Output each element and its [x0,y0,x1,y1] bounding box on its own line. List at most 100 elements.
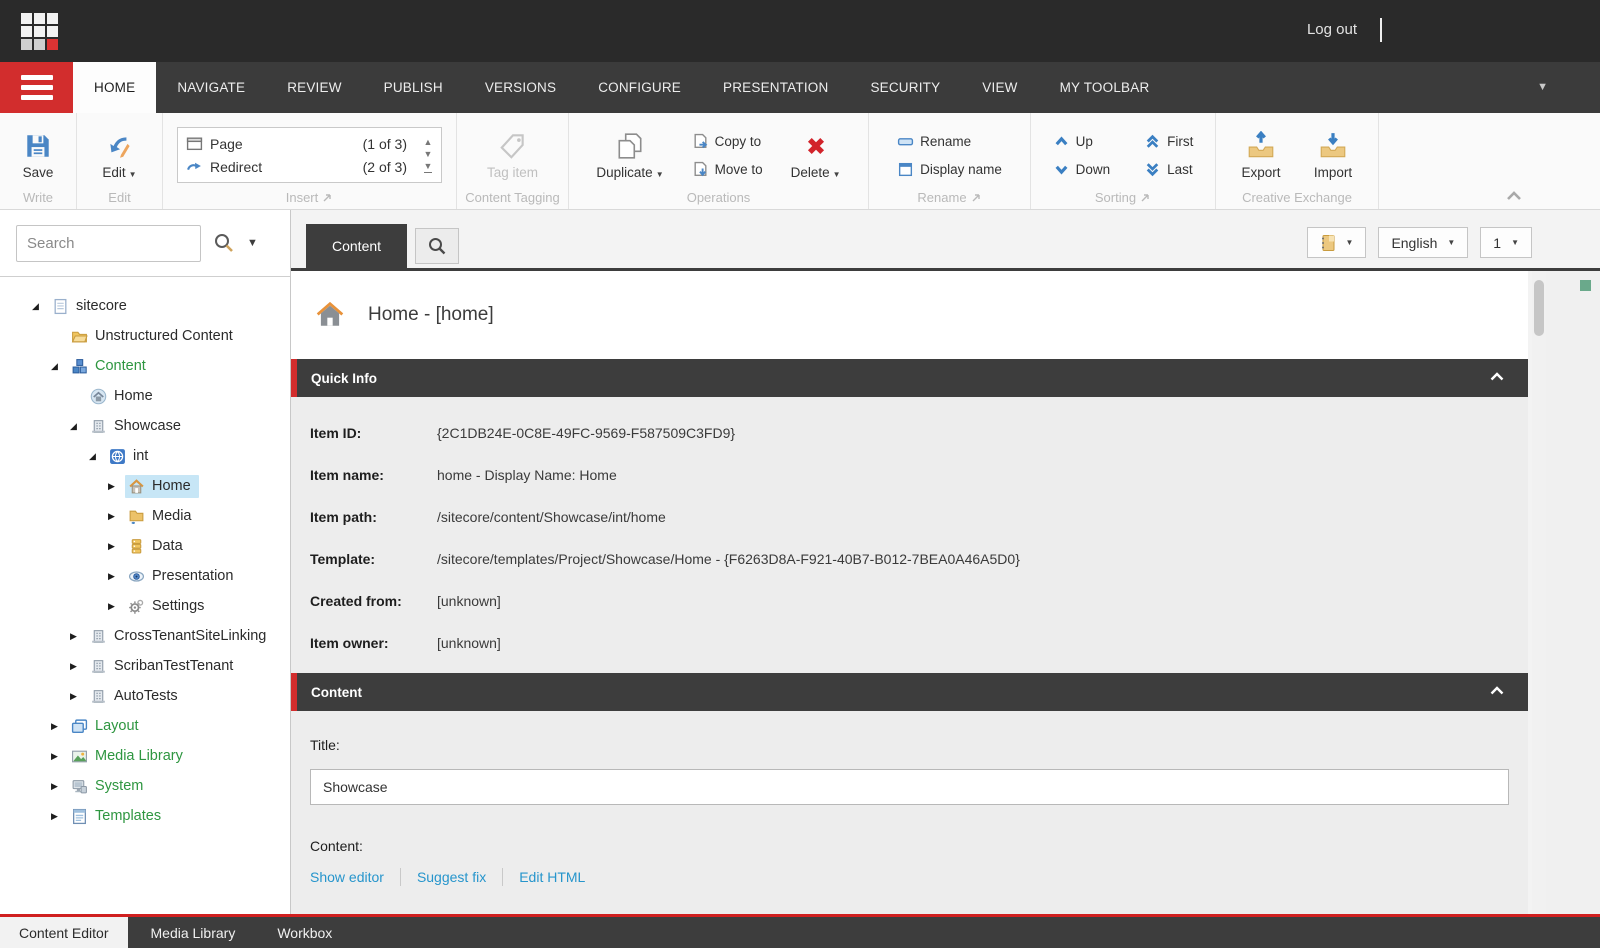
tree-item-settings[interactable]: ▶ Settings [0,591,290,621]
title-input[interactable] [310,769,1509,805]
expand-arrow-icon[interactable]: ▶ [70,661,87,672]
ribbon-tab-bar: HOME NAVIGATE REVIEW PUBLISH VERSIONS CO… [0,62,1600,113]
tab-security[interactable]: SECURITY [849,62,961,113]
group-launcher-icon[interactable] [971,192,982,203]
tab-publish[interactable]: PUBLISH [363,62,464,113]
export-button[interactable]: Export [1232,129,1290,182]
sort-last-button[interactable]: Last [1140,159,1197,180]
tree-item-unstructured-content[interactable]: Unstructured Content [0,321,290,351]
tree-item-content[interactable]: ◢ Content [0,351,290,381]
bottombar-tab-content-editor[interactable]: Content Editor [0,917,128,948]
tree-item-system[interactable]: ▶ System [0,771,290,801]
search-icon[interactable] [213,232,235,254]
hamburger-menu-button[interactable] [0,62,73,113]
expand-arrow-icon[interactable]: ▶ [51,751,68,762]
notebook-icon [1320,234,1336,252]
insert-option-page[interactable]: Page (1 of 3) [178,132,415,155]
logout-link[interactable]: Log out [1307,21,1357,38]
display-name-button[interactable]: Display name [893,159,1006,180]
expand-arrow-icon[interactable]: ▶ [70,631,87,642]
scroll-down-icon[interactable]: ▼ [424,150,433,159]
item-header: Home - [home] [291,271,1528,359]
sort-up-button[interactable]: Up [1049,131,1115,152]
expand-arrow-icon[interactable]: ▶ [108,571,125,582]
tree-item-scribantesttenant[interactable]: ▶ ScribanTestTenant [0,651,290,681]
bottombar-tab-media-library[interactable]: Media Library [132,917,255,948]
tab-presentation[interactable]: PRESENTATION [702,62,849,113]
tab-content-editor-pane[interactable]: Content [306,224,407,268]
tab-navigate[interactable]: NAVIGATE [156,62,266,113]
expand-arrow-icon[interactable]: ▶ [108,601,125,612]
tab-home[interactable]: HOME [73,62,156,113]
collapse-arrow-icon[interactable]: ◢ [51,361,68,372]
tree-item-media-library[interactable]: ▶ Media Library [0,741,290,771]
tree-item-templates[interactable]: ▶ Templates [0,801,290,831]
save-icon [23,131,53,161]
scroll-last-icon[interactable]: ▼ [424,162,433,173]
tree-item-showcase[interactable]: ◢ Showcase [0,411,290,441]
tree-item-media[interactable]: ▶ Media [0,501,290,531]
tab-review[interactable]: REVIEW [266,62,362,113]
duplicate-dropdown-button[interactable]: Duplicate▼ [590,129,669,182]
tree-item-home-selected[interactable]: ▶ Home [0,471,290,501]
collapse-arrow-icon[interactable]: ◢ [70,421,87,432]
edit-dropdown-button[interactable]: Edit▼ [91,129,149,182]
tab-view[interactable]: VIEW [961,62,1038,113]
import-button[interactable]: Import [1304,129,1362,182]
tree-item-presentation[interactable]: ▶ Presentation [0,561,290,591]
section-header-quick-info[interactable]: Quick Info [291,359,1528,397]
rename-button[interactable]: Rename [893,131,1006,152]
collapse-arrow-icon[interactable]: ◢ [32,301,49,312]
copy-to-button[interactable]: Copy to [688,131,767,152]
search-input[interactable] [16,225,201,262]
tab-configure[interactable]: CONFIGURE [577,62,702,113]
scroll-up-icon[interactable]: ▲ [424,138,433,147]
top-bar: Log out [0,0,1600,62]
group-launcher-icon[interactable] [1140,192,1151,203]
group-launcher-icon[interactable] [322,192,333,203]
tabbar-dropdown-icon[interactable]: ▼ [1537,81,1548,93]
sort-first-button[interactable]: First [1140,131,1197,152]
expand-arrow-icon[interactable]: ▶ [108,511,125,522]
expand-arrow-icon[interactable]: ▶ [70,691,87,702]
language-dropdown-button[interactable]: English ▼ [1378,227,1468,258]
section-header-content[interactable]: Content [291,673,1528,711]
item-search-button[interactable] [415,228,459,264]
status-indicator [1580,280,1591,291]
insert-option-redirect[interactable]: Redirect (2 of 3) [178,155,415,178]
save-button[interactable]: Save [9,129,67,182]
expand-arrow-icon[interactable]: ▶ [51,721,68,732]
profile-dropdown-button[interactable]: ▼ [1307,227,1367,258]
tab-my-toolbar[interactable]: MY TOOLBAR [1039,62,1171,113]
expand-arrow-icon[interactable]: ▶ [51,811,68,822]
eye-icon [128,568,145,585]
tree-item-crosstenantsitelinking[interactable]: ▶ CrossTenantSiteLinking [0,621,290,651]
version-dropdown-button[interactable]: 1 ▼ [1480,227,1532,258]
show-editor-link[interactable]: Show editor [310,869,384,885]
tree-item-autotests[interactable]: ▶ AutoTests [0,681,290,711]
delete-dropdown-button[interactable]: Delete▼ [785,129,847,182]
tab-versions[interactable]: VERSIONS [464,62,577,113]
collapse-arrow-icon[interactable]: ◢ [89,451,106,462]
tree-item-data[interactable]: ▶ Data [0,531,290,561]
ribbon-collapse-icon[interactable] [1506,191,1522,201]
vertical-scrollbar[interactable] [1532,271,1546,914]
tree-item-home[interactable]: Home [0,381,290,411]
tree-item-int[interactable]: ◢ int [0,441,290,471]
edit-html-link[interactable]: Edit HTML [519,869,585,885]
scrollbar-thumb[interactable] [1534,280,1544,336]
building-icon [90,658,107,675]
sitecore-logo-icon[interactable] [21,13,58,50]
tree-item-layout[interactable]: ▶ Layout [0,711,290,741]
suggest-fix-link[interactable]: Suggest fix [417,869,486,885]
expand-arrow-icon[interactable]: ▶ [108,541,125,552]
bottombar-tab-workbox[interactable]: Workbox [258,917,351,948]
tree-item-sitecore[interactable]: ◢ sitecore [0,291,290,321]
media-folder-icon [128,508,145,525]
expand-arrow-icon[interactable]: ▶ [51,781,68,792]
move-to-button[interactable]: Move to [688,159,767,180]
search-options-caret-icon[interactable]: ▼ [247,237,258,249]
expand-arrow-icon[interactable]: ▶ [108,481,125,492]
tag-item-button[interactable]: Tag item [481,129,544,182]
sort-down-button[interactable]: Down [1049,159,1115,180]
